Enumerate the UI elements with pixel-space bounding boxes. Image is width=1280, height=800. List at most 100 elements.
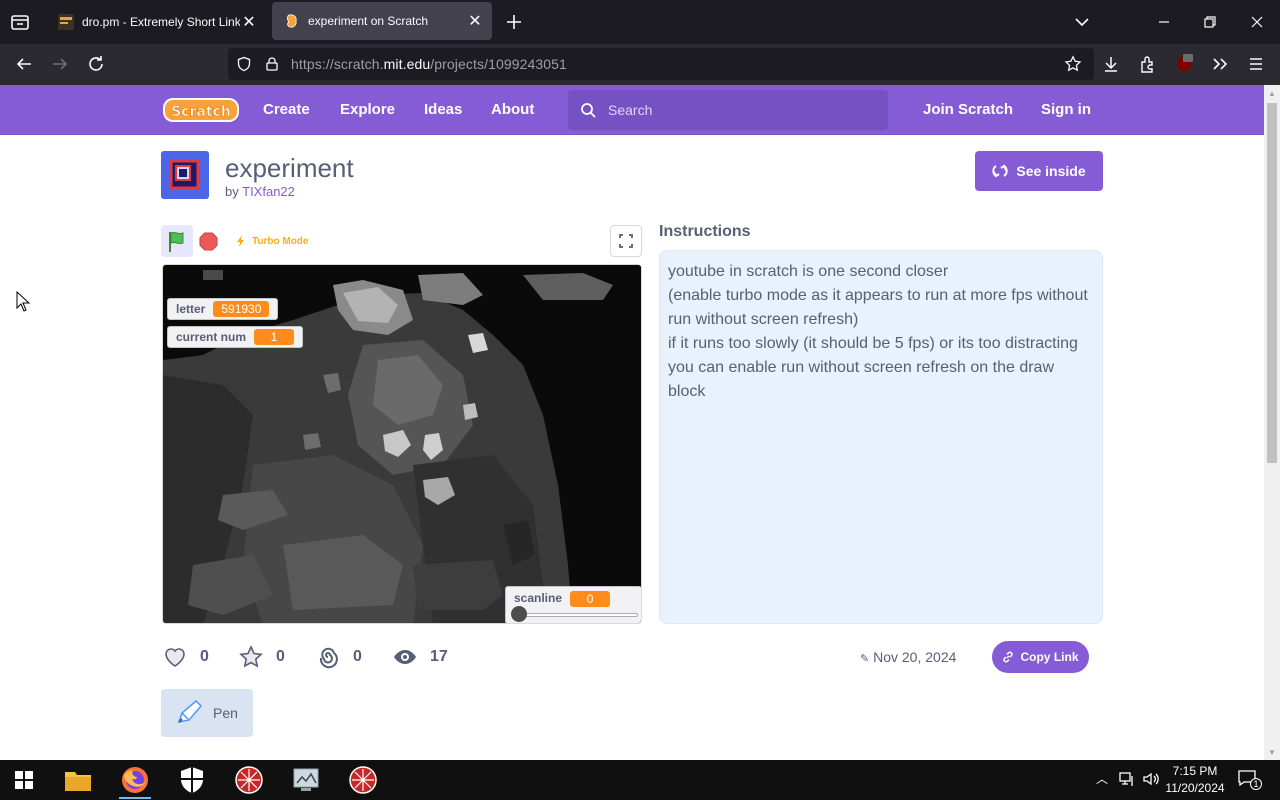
instructions-box: youtube in scratch is one second closer … xyxy=(659,250,1103,624)
tab-list-icon[interactable] xyxy=(8,10,32,34)
start-button[interactable] xyxy=(4,764,44,796)
url-domain: mit.edu xyxy=(383,56,431,72)
scratch-logo[interactable]: Scratch xyxy=(162,96,240,124)
fullscreen-button[interactable] xyxy=(610,225,642,257)
pen-extension-tag[interactable]: Pen xyxy=(161,689,253,737)
nav-create[interactable]: Create xyxy=(263,101,310,118)
pen-icon xyxy=(177,699,203,723)
close-window-icon[interactable] xyxy=(1247,12,1267,32)
tab-dro-pm[interactable]: dro.pm - Extremely Short Links ✕ xyxy=(48,0,266,44)
reload-icon[interactable] xyxy=(86,54,106,74)
monitor-label: scanline xyxy=(514,591,563,605)
sign-in-link[interactable]: Sign in xyxy=(1041,101,1091,118)
green-flag-icon xyxy=(169,231,184,252)
nav-about[interactable]: About xyxy=(491,101,534,118)
date-label: Nov 20, 2024 xyxy=(873,649,957,665)
favorite-stat[interactable]: 0 xyxy=(238,644,285,670)
tray-expand-icon[interactable]: ︿ xyxy=(1096,770,1108,787)
search-input[interactable]: Search xyxy=(568,90,888,130)
taskbar-app-2[interactable] xyxy=(286,764,326,796)
extensions-icon[interactable] xyxy=(1138,54,1158,74)
remix-stat: 0 xyxy=(315,644,362,670)
close-tab-icon[interactable]: ✕ xyxy=(240,13,258,31)
green-flag-button[interactable] xyxy=(161,225,193,257)
project-stage[interactable]: letter 591930 current num 1 scanline 0 xyxy=(162,264,642,624)
love-stat[interactable]: 0 xyxy=(162,644,209,670)
tab-experiment-scratch[interactable]: experiment on Scratch ✕ xyxy=(272,2,492,40)
app-menu-icon[interactable] xyxy=(1246,54,1266,74)
clock-time: 7:15 PM xyxy=(1172,764,1218,778)
share-date: ✎ Nov 20, 2024 xyxy=(860,649,956,665)
system-clock[interactable]: 7:15 PM 11/20/2024 xyxy=(1160,763,1230,797)
project-author-line: by TIXfan22 xyxy=(225,184,295,199)
lock-icon[interactable] xyxy=(264,56,280,72)
notification-count: 1 xyxy=(1250,778,1262,790)
copy-link-label: Copy Link xyxy=(1020,650,1079,664)
author-link[interactable]: TIXfan22 xyxy=(242,184,295,199)
views-stat: 17 xyxy=(392,644,448,670)
page-scrollbar[interactable]: ▲ ▼ xyxy=(1264,85,1280,760)
dro-favicon-icon xyxy=(58,14,74,30)
instructions-line: (enable turbo mode as it appears to run … xyxy=(668,287,1088,328)
tab-title: dro.pm - Extremely Short Links xyxy=(82,15,240,29)
new-tab-icon[interactable] xyxy=(504,12,524,32)
instructions-line: if it runs too slowly (it should be 5 fp… xyxy=(668,335,1078,400)
browser-nav-bar: https://scratch.mit.edu/projects/1099243… xyxy=(0,44,1280,85)
remix-arrows-icon xyxy=(992,164,1009,178)
scroll-down-icon[interactable]: ▼ xyxy=(1264,744,1280,760)
stop-icon[interactable] xyxy=(199,232,218,251)
forward-icon[interactable] xyxy=(50,54,70,74)
more-tools-icon[interactable] xyxy=(1210,54,1230,74)
nav-ideas[interactable]: Ideas xyxy=(424,101,462,118)
scrollbar-thumb[interactable] xyxy=(1267,103,1277,463)
join-scratch-link[interactable]: Join Scratch xyxy=(923,101,1013,118)
app-ball-icon xyxy=(235,766,263,794)
eye-icon xyxy=(394,650,416,664)
letter-monitor[interactable]: letter 591930 xyxy=(167,298,279,320)
project-title[interactable]: experiment xyxy=(225,153,354,184)
scanline-slider-monitor[interactable]: scanline 0 xyxy=(505,586,641,623)
current-num-monitor[interactable]: current num 1 xyxy=(167,326,304,348)
url-text[interactable]: https://scratch.mit.edu/projects/1099243… xyxy=(291,56,567,72)
taskbar-file-explorer[interactable] xyxy=(58,764,98,796)
clock-date: 11/20/2024 xyxy=(1165,781,1225,795)
taskbar-firefox[interactable] xyxy=(115,764,155,799)
scroll-up-icon[interactable]: ▲ xyxy=(1264,85,1280,101)
turbo-label: Turbo Mode xyxy=(252,235,309,247)
volume-icon[interactable] xyxy=(1142,770,1160,788)
back-icon[interactable] xyxy=(14,54,34,74)
minimize-icon[interactable] xyxy=(1154,12,1174,32)
scanline-slider-track[interactable] xyxy=(518,613,638,617)
scratch-header: Scratch Create Explore Ideas About Searc… xyxy=(0,85,1264,135)
close-tab-icon[interactable]: ✕ xyxy=(466,12,484,30)
taskbar-app-3[interactable] xyxy=(343,764,383,796)
page-viewport: Scratch Create Explore Ideas About Searc… xyxy=(0,85,1264,760)
notifications-button[interactable]: 1 xyxy=(1238,770,1262,790)
shield-icon[interactable] xyxy=(236,56,252,72)
taskbar-app-1[interactable] xyxy=(229,764,269,796)
url-bar[interactable]: https://scratch.mit.edu/projects/1099243… xyxy=(228,48,1094,80)
restore-icon[interactable] xyxy=(1200,12,1220,32)
firefox-icon xyxy=(122,767,148,793)
monitor-label: letter xyxy=(176,302,206,316)
ublock-icon[interactable] xyxy=(1174,54,1194,74)
nav-explore[interactable]: Explore xyxy=(340,101,395,118)
network-icon[interactable] xyxy=(1118,770,1136,788)
see-inside-button[interactable]: See inside xyxy=(975,151,1103,191)
monitor-value: 0 xyxy=(570,591,611,607)
favorite-count: 0 xyxy=(276,648,285,665)
fullscreen-icon xyxy=(619,234,633,248)
copy-link-button[interactable]: Copy Link xyxy=(992,641,1089,673)
love-count: 0 xyxy=(200,648,209,665)
monitor-value: 1 xyxy=(254,329,295,345)
downloads-icon[interactable] xyxy=(1101,54,1121,74)
views-count: 17 xyxy=(430,648,448,665)
heart-icon xyxy=(165,648,185,667)
bookmark-star-icon[interactable] xyxy=(1064,55,1082,73)
scanline-slider-handle[interactable] xyxy=(511,606,527,622)
tab-title: experiment on Scratch xyxy=(308,14,429,28)
list-all-tabs-icon[interactable] xyxy=(1072,12,1092,32)
taskbar-security[interactable] xyxy=(172,764,212,796)
instructions-line: youtube in scratch is one second closer xyxy=(668,263,949,280)
url-path: /projects/1099243051 xyxy=(430,56,567,72)
